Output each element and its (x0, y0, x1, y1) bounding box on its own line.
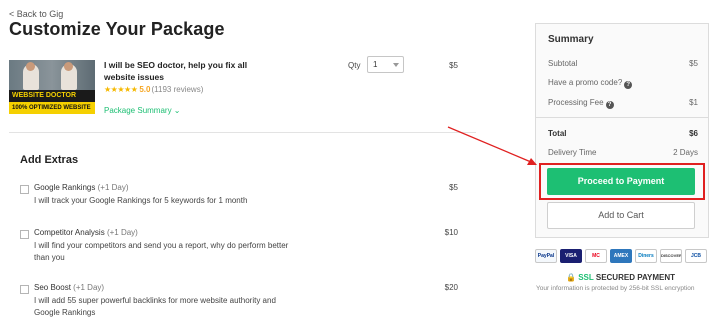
star-rating-icon: ★★★★★ (104, 85, 138, 94)
delivery-time-label: Delivery Time (548, 148, 597, 157)
summary-title: Summary (548, 34, 594, 45)
discover-icon: DISCOVER (660, 249, 682, 263)
payment-methods: PayPal VISA MC AMEX Diners DISCOVER JCB (535, 249, 711, 264)
thumbnail-background (9, 60, 95, 90)
diners-club-icon: Diners (635, 249, 657, 263)
qty-value: 1 (373, 60, 378, 69)
thumbnail-head-left (26, 62, 35, 71)
processing-fee-label: Processing Fee (548, 98, 604, 107)
paypal-icon: PayPal (535, 249, 557, 263)
thumbnail-banner-top: WEBSITE DOCTOR (9, 90, 95, 102)
processing-fee-value: $1 (689, 98, 698, 107)
subtotal-value: $5 (689, 59, 698, 68)
section-divider (9, 132, 476, 133)
subtotal-row: Subtotal $5 (548, 59, 698, 68)
gig-title: I will be SEO doctor, help you fix all w… (104, 60, 248, 82)
ssl-secured-label: 🔒 SSL SECURED PAYMENT (566, 273, 675, 282)
gig-rating: ★★★★★ 5.0(1193 reviews) (104, 85, 203, 94)
extra-checkbox[interactable] (20, 285, 29, 294)
add-to-cart-button[interactable]: Add to Cart (547, 202, 695, 229)
visa-icon: VISA (560, 249, 582, 263)
jcb-icon: JCB (685, 249, 707, 263)
extra-name: Google Rankings (+1 Day) (34, 183, 129, 192)
total-row: Total $6 (548, 129, 698, 138)
processing-fee-row: Processing Fee? $1 (548, 98, 698, 109)
extra-checkbox[interactable] (20, 230, 29, 239)
package-summary-toggle[interactable]: Package Summary ⌄ (104, 106, 181, 115)
promo-code-row[interactable]: Have a promo code?? (548, 78, 698, 89)
extra-price: $5 (449, 183, 458, 192)
extra-name: Seo Boost (+1 Day) (34, 283, 105, 292)
extra-price: $10 (444, 228, 458, 237)
help-icon[interactable]: ? (605, 101, 614, 109)
extra-checkbox[interactable] (20, 185, 29, 194)
promo-code-link[interactable]: Have a promo code? (548, 78, 622, 87)
chevron-down-icon (393, 63, 399, 67)
summary-divider (536, 117, 708, 118)
delivery-time-value: 2 Days (673, 148, 698, 157)
thumbnail-head-right (64, 62, 73, 71)
gig-thumbnail[interactable]: WEBSITE DOCTOR 100% OPTIMIZED WEBSITE (9, 60, 95, 114)
help-icon[interactable]: ? (624, 81, 633, 89)
gig-price: $5 (449, 61, 458, 70)
amex-icon: AMEX (610, 249, 632, 263)
subtotal-label: Subtotal (548, 59, 578, 68)
back-to-gig-link[interactable]: < Back to Gig (9, 9, 63, 19)
review-count: (1193 reviews) (151, 85, 204, 94)
extra-description: I will find your competitors and send yo… (34, 241, 289, 262)
page-title: Customize Your Package (9, 19, 225, 39)
extra-description: I will track your Google Rankings for 5 … (34, 196, 248, 205)
extra-name: Competitor Analysis (+1 Day) (34, 228, 138, 237)
ssl-encryption-note: Your information is protected by 256-bit… (536, 285, 695, 292)
mastercard-icon: MC (585, 249, 607, 263)
extra-description: I will add 55 super powerful backlinks f… (34, 296, 276, 317)
rating-score: 5.0 (139, 85, 151, 94)
thumbnail-banner-bottom: 100% OPTIMIZED WEBSITE (9, 102, 95, 114)
lock-icon: 🔒 (566, 273, 576, 282)
extra-price: $20 (444, 283, 458, 292)
extras-heading: Add Extras (20, 154, 79, 166)
qty-label: Qty (348, 61, 361, 70)
qty-select[interactable]: 1 (367, 56, 404, 73)
total-label: Total (548, 129, 567, 138)
proceed-to-payment-button[interactable]: Proceed to Payment (547, 168, 695, 195)
delivery-time-row: Delivery Time 2 Days (548, 148, 698, 157)
total-value: $6 (689, 129, 698, 138)
